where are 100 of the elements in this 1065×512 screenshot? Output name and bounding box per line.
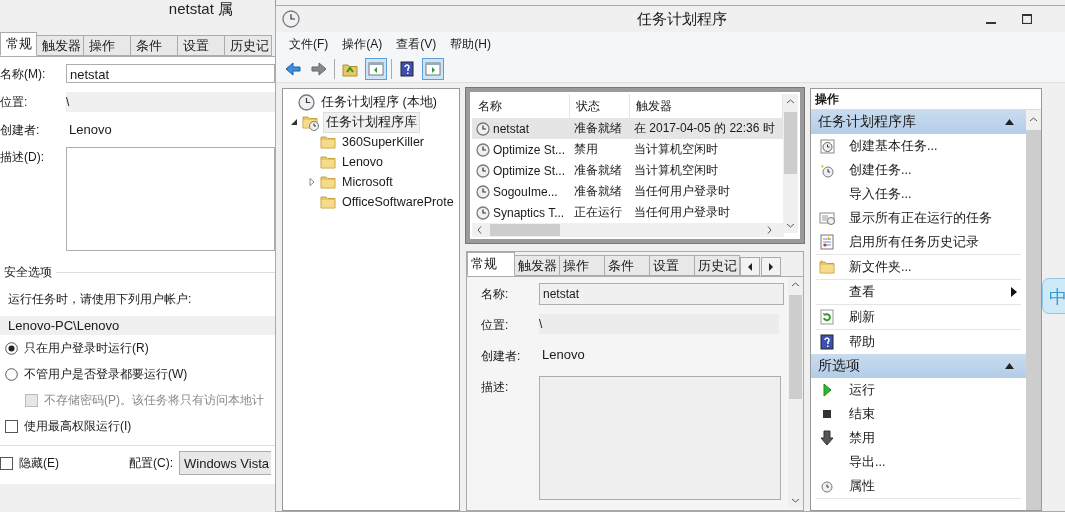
tab[interactable]: 操作 bbox=[83, 35, 131, 56]
left-triangle-icon bbox=[747, 262, 753, 271]
radio-button[interactable] bbox=[5, 341, 18, 355]
tab[interactable]: 操作 bbox=[559, 255, 605, 276]
description-field[interactable] bbox=[539, 376, 781, 500]
clock-icon bbox=[476, 184, 490, 199]
menu-item[interactable]: 查看(V) bbox=[389, 32, 444, 56]
table-cell-text: 当计算机空闲时 bbox=[633, 141, 719, 158]
minimize-icon bbox=[986, 22, 996, 24]
table-row[interactable]: SogouIme... 准备就绪 当任何用户登录时 bbox=[472, 181, 783, 202]
right-triangle-icon bbox=[768, 262, 774, 271]
option-label: 只在用户登录时运行(R) bbox=[24, 339, 149, 357]
tab[interactable]: 触发器 bbox=[36, 35, 84, 56]
table-cell-text: 准备就绪 bbox=[573, 162, 623, 179]
table-cell: Optimize St... bbox=[493, 163, 566, 178]
section-title: 任务计划程序库 bbox=[818, 113, 916, 131]
table-cell-text: 当任何用户登录时 bbox=[633, 183, 731, 200]
field-label: 创建者: bbox=[480, 348, 522, 365]
action-item[interactable]: 运行 bbox=[849, 381, 875, 399]
tab[interactable]: 触发器 bbox=[514, 255, 560, 276]
tab[interactable]: 历史记 bbox=[694, 255, 740, 276]
field-label: 位置: bbox=[480, 317, 510, 334]
radio-button[interactable] bbox=[5, 367, 18, 381]
submenu-arrow-icon bbox=[1011, 287, 1017, 297]
section-header[interactable]: 所选项 bbox=[811, 354, 1026, 378]
collapse-icon[interactable] bbox=[290, 118, 298, 126]
action-item[interactable]: 结束 bbox=[849, 405, 875, 423]
tree-item[interactable]: 360SuperKiller bbox=[339, 133, 427, 151]
action-item[interactable]: 查看 bbox=[849, 283, 875, 301]
horizontal-scrollbar[interactable] bbox=[472, 223, 784, 237]
collapse-icon[interactable] bbox=[1005, 363, 1014, 369]
action-item[interactable]: 禁用 bbox=[849, 429, 875, 447]
folder-icon bbox=[320, 154, 336, 170]
text-field[interactable]: netstat bbox=[539, 283, 784, 305]
expand-icon[interactable] bbox=[308, 178, 316, 186]
action-item[interactable]: 新文件夹... bbox=[849, 258, 912, 276]
action-item[interactable]: 显示所有正在运行的任务 bbox=[849, 209, 992, 227]
table-row[interactable]: Optimize St... 禁用 当计算机空闲时 bbox=[472, 139, 783, 160]
tree-item[interactable]: 任务计划程序 (本地) bbox=[318, 91, 440, 113]
tree-item[interactable]: Lenovo bbox=[339, 153, 386, 171]
configure-dropdown[interactable]: Windows Vista bbox=[179, 451, 271, 475]
field-label: 描述: bbox=[480, 379, 510, 396]
collapse-icon[interactable] bbox=[1005, 119, 1014, 125]
show-tree-button[interactable] bbox=[365, 58, 387, 80]
action-item[interactable]: 导出... bbox=[849, 453, 886, 471]
tab[interactable]: 常规 bbox=[0, 32, 37, 56]
tree-item[interactable]: 任务计划程序库 bbox=[323, 111, 420, 133]
table-cell: Optimize St... bbox=[493, 142, 566, 157]
option-label: 不存储密码(P)。该任务将只有访问本地计 bbox=[44, 391, 264, 409]
action-item[interactable]: 启用所有任务历史记录 bbox=[849, 233, 979, 251]
window-title: 任务计划程序 bbox=[635, 9, 728, 29]
tab[interactable]: 设置 bbox=[177, 35, 225, 56]
tree-item[interactable]: OfficeSoftwareProte bbox=[339, 193, 457, 211]
section-title: 所选项 bbox=[818, 357, 860, 375]
description-field[interactable] bbox=[66, 147, 275, 251]
section-header[interactable]: 任务计划程序库 bbox=[811, 110, 1026, 134]
action-item[interactable]: 帮助 bbox=[849, 333, 875, 351]
checkbox[interactable] bbox=[5, 419, 18, 433]
action-item[interactable]: 刷新 bbox=[849, 308, 875, 326]
menu-item[interactable]: 文件(F) bbox=[282, 32, 336, 56]
action-item[interactable]: 创建任务... bbox=[849, 161, 912, 179]
tab[interactable]: 条件 bbox=[130, 35, 178, 56]
tab-scroll-left-button[interactable] bbox=[740, 257, 760, 276]
group-heading: 安全选项 bbox=[3, 264, 53, 281]
tab[interactable]: 历史记 bbox=[224, 35, 272, 56]
action-item[interactable]: 导入任务... bbox=[849, 185, 912, 203]
clock-icon bbox=[282, 10, 300, 28]
field-label: 描述(D): bbox=[0, 149, 45, 166]
table-cell-text: 准备就绪 bbox=[573, 120, 623, 137]
action-item[interactable]: 创建基本任务... bbox=[849, 137, 938, 155]
menu-item[interactable]: 操作(A) bbox=[335, 32, 390, 56]
folder-clock-icon bbox=[302, 113, 320, 131]
checkbox[interactable] bbox=[0, 456, 13, 470]
table-cell: SogouIme... bbox=[493, 184, 558, 199]
table-cell-text: 正在运行 bbox=[573, 204, 623, 221]
field-label: 位置: bbox=[0, 94, 29, 111]
tree-item[interactable]: Microsoft bbox=[339, 173, 396, 191]
table-row[interactable]: Synaptics T... 正在运行 当任何用户登录时 bbox=[472, 202, 783, 223]
action-item[interactable]: 属性 bbox=[849, 477, 875, 495]
vertical-scrollbar[interactable] bbox=[783, 94, 798, 233]
clock-icon bbox=[476, 121, 490, 136]
folder-icon bbox=[320, 134, 336, 150]
field-label: 配置(C): bbox=[129, 454, 173, 472]
table-cell-text: 准备就绪 bbox=[573, 183, 623, 200]
table-cell: netstat bbox=[493, 121, 530, 136]
option-label: 不管用户是否登录都要运行(W) bbox=[24, 365, 188, 383]
tab[interactable]: 设置 bbox=[649, 255, 695, 276]
table-cell-text: 当计算机空闲时 bbox=[633, 162, 719, 179]
menu-item[interactable]: 帮助(H) bbox=[443, 32, 498, 56]
down-arrow-icon bbox=[819, 430, 835, 446]
clock-icon bbox=[819, 478, 835, 494]
text-field[interactable]: netstat bbox=[66, 64, 275, 83]
readonly-field: \ bbox=[66, 92, 275, 112]
tab[interactable]: 条件 bbox=[604, 255, 650, 276]
tab-scroll-right-button[interactable] bbox=[761, 257, 781, 276]
table-row[interactable]: Optimize St... 准备就绪 当计算机空闲时 bbox=[472, 160, 783, 181]
table-row[interactable]: netstat 准备就绪 在 2017-04-05 的 22:36 时 bbox=[472, 118, 783, 139]
table-cell-text: 当任何用户登录时 bbox=[633, 204, 731, 221]
vertical-scrollbar[interactable] bbox=[1026, 110, 1041, 510]
tab[interactable]: 常规 bbox=[467, 252, 515, 276]
